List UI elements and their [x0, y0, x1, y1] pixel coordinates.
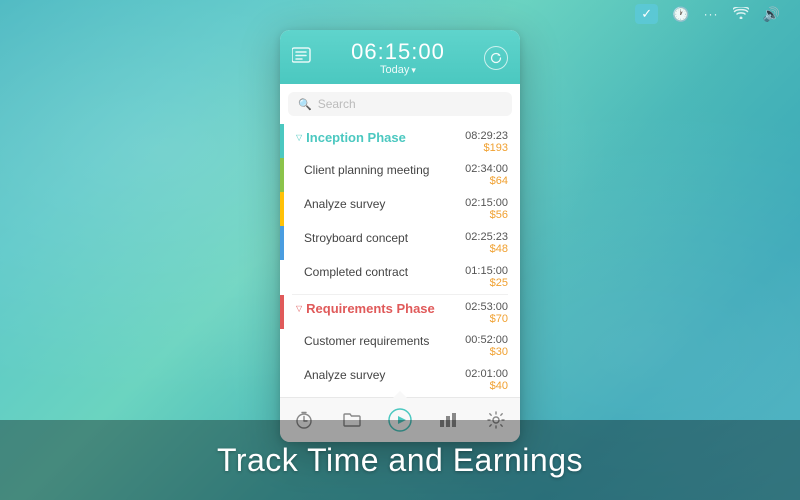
item-values: 00:52:00 $30 [465, 334, 508, 358]
group-title-inception: Inception Phase [306, 130, 406, 145]
app-window: 06:15:00 Today ▾ 🔍 Search ▽ Inception Ph… [280, 30, 520, 442]
volume-menu-icon: 🔊 [763, 6, 780, 23]
group-values-inception: 08:29:23 $193 [465, 130, 508, 154]
list-area: ▽ Inception Phase 08:29:23 $193 Client p… [280, 124, 520, 397]
list-item[interactable]: Stroyboard concept 02:25:23 $48 [280, 226, 520, 260]
list-item-completed-contract[interactable]: Completed contract 01:15:00 $25 [280, 260, 520, 294]
list-icon [292, 47, 312, 70]
search-placeholder: Search [318, 97, 356, 111]
collapse-icon-inception: ▽ [296, 133, 302, 142]
collapse-icon-requirements: ▽ [296, 304, 302, 313]
refresh-button[interactable] [484, 46, 508, 70]
dots-menu-icon: ··· [704, 7, 719, 21]
group-money-inception: $193 [465, 142, 508, 154]
group-header-inception[interactable]: ▽ Inception Phase 08:29:23 $193 [280, 124, 520, 158]
search-bar[interactable]: 🔍 Search [288, 92, 512, 116]
current-time: 06:15:00 [351, 40, 445, 64]
group-header-requirements[interactable]: ▽ Requirements Phase 02:53:00 $70 [280, 295, 520, 329]
list-item[interactable]: Analyze survey 02:15:00 $56 [280, 192, 520, 226]
item-values: 02:01:00 $40 [465, 368, 508, 392]
menubar: ✓ 🕐 ··· 🔊 [0, 0, 800, 28]
bottom-banner: Track Time and Earnings [0, 420, 800, 500]
list-item[interactable]: Client planning meeting 02:34:00 $64 [280, 158, 520, 192]
item-values: 01:15:00 $25 [465, 265, 508, 289]
time-display: 06:15:00 Today ▾ [351, 40, 445, 76]
wifi-menu-icon [733, 6, 749, 22]
group-money-requirements: $70 [465, 313, 508, 325]
clock-menu-icon: 🕐 [672, 6, 689, 23]
item-values: 02:34:00 $64 [465, 163, 508, 187]
group-time-requirements: 02:53:00 [465, 301, 508, 313]
item-values: 02:25:23 $48 [465, 231, 508, 255]
list-item[interactable]: Customer requirements 00:52:00 $30 [280, 329, 520, 363]
checkmark-menu-icon[interactable]: ✓ [635, 4, 658, 24]
search-icon: 🔍 [298, 98, 312, 111]
bottom-title: Track Time and Earnings [217, 442, 583, 479]
play-notch [392, 391, 408, 399]
group-title-requirements: Requirements Phase [306, 301, 435, 316]
item-values: 02:15:00 $56 [465, 197, 508, 221]
group-time-inception: 08:29:23 [465, 130, 508, 142]
current-date: Today ▾ [351, 64, 445, 76]
app-header: 06:15:00 Today ▾ [280, 30, 520, 84]
group-values-requirements: 02:53:00 $70 [465, 301, 508, 325]
